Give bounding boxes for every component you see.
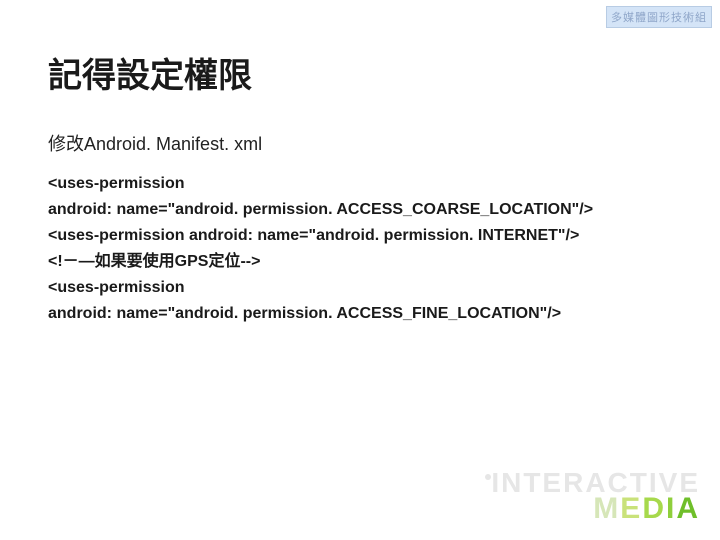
slide-title: 記得設定權限 [48,48,252,97]
manifest-code-block: <uses-permission android: name="android.… [48,172,672,328]
slide-subtitle: 修改Android. Manifest. xml [48,130,262,156]
code-line: <uses-permission android: name="android.… [48,224,672,248]
code-line: android: name="android. permission. ACCE… [48,302,672,326]
code-line: <!－—如果要使用GPS定位--> [48,250,672,274]
code-line: android: name="android. permission. ACCE… [48,198,672,222]
course-badge: 多媒體圖形技術組 [606,6,712,28]
code-line: <uses-permission [48,172,672,196]
footer-logo: INTERACTIVE MEDIA [485,470,700,522]
footer-word-2: MEDIA [485,495,700,522]
code-line: <uses-permission [48,276,672,300]
